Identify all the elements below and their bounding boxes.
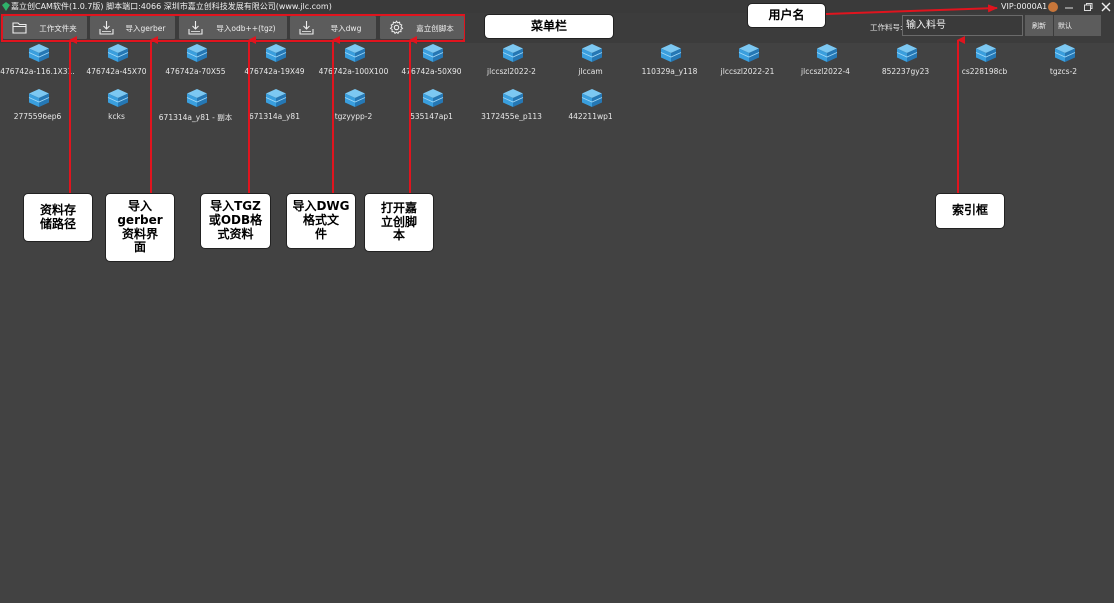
callout-search-box: 索引框: [935, 193, 1005, 229]
work-folder-label: 工作文件夹: [39, 24, 77, 33]
import-gerber-label: 导入gerber: [125, 24, 166, 33]
job-item-label: cs228198cb: [961, 67, 1008, 76]
job-item[interactable]: 476742a-116.1X31.: [0, 43, 77, 81]
callout-gerber: 导入 gerber 资料界 面: [105, 193, 175, 262]
job-cube-icon: [28, 89, 50, 107]
callout-username: 用户名: [747, 3, 826, 28]
job-item[interactable]: cs228198cb: [945, 43, 1024, 81]
job-item-label: 671314a_y81 - 副本: [158, 113, 233, 122]
job-cube-icon: [422, 44, 444, 62]
job-cube-icon: [975, 44, 997, 62]
callout-storage-path: 资料存 储路径: [23, 193, 93, 242]
job-item-label: 3172455e_p113: [481, 112, 542, 121]
job-item[interactable]: 476742a-70X55: [156, 43, 235, 81]
job-grid: 476742a-116.1X31. 476742a-45X70 476742a-70…: [0, 43, 1114, 133]
job-item[interactable]: kcks: [77, 88, 156, 126]
minimize-icon[interactable]: [1063, 1, 1075, 13]
job-item[interactable]: 476742a-19X49: [235, 43, 314, 81]
callout-tgz: 导入TGZ 或ODB格 式资料: [200, 193, 271, 249]
job-cube-icon: [1054, 44, 1076, 62]
job-cube-icon: [344, 89, 366, 107]
default-button[interactable]: 默认: [1054, 15, 1101, 36]
job-item-label: jlccam: [578, 67, 603, 76]
job-cube-icon: [344, 44, 366, 62]
close-icon[interactable]: [1100, 1, 1112, 13]
job-cube-icon: [422, 89, 444, 107]
job-item[interactable]: 476742a-100X100: [314, 43, 393, 81]
callout-script: 打开嘉 立创脚 本: [364, 193, 434, 252]
job-cube-icon: [186, 89, 208, 107]
job-item-label: 476742a-19X49: [244, 67, 305, 76]
job-item[interactable]: 476742a-50X90: [392, 43, 471, 81]
job-cube-icon: [107, 89, 129, 107]
job-number-label: 工作料号:: [870, 23, 903, 32]
job-item-label: 535147ap1: [410, 112, 453, 121]
callout-dwg: 导入DWG 格式文 件: [286, 193, 356, 249]
job-item-label: 476742a-50X90: [401, 67, 462, 76]
avatar[interactable]: [1048, 2, 1058, 12]
job-item[interactable]: 671314a_y81: [235, 88, 314, 126]
job-item[interactable]: 110329a_y118: [630, 43, 709, 81]
job-item-label: 442211wp1: [568, 112, 613, 121]
job-item-label: jlccszl2022-4: [801, 67, 850, 76]
work-folder-button[interactable]: 工作文件夹: [3, 16, 87, 39]
job-cube-icon: [28, 44, 50, 62]
job-item[interactable]: tgzcs-2: [1024, 43, 1103, 81]
job-cube-icon: [186, 44, 208, 62]
import-dwg-label: 导入dwg: [330, 24, 362, 33]
username-label: VIP:0000A1: [1001, 2, 1048, 11]
job-search-input[interactable]: [902, 15, 1023, 36]
import-odb-button[interactable]: 导入odb++(tgz): [179, 16, 287, 39]
job-cube-icon: [502, 44, 524, 62]
job-cube-icon: [581, 89, 603, 107]
jlc-script-label: 嘉立创脚本: [416, 24, 454, 33]
job-item[interactable]: jlccszl2022-2: [472, 43, 551, 81]
job-item-label: 476742a-70X55: [165, 67, 226, 76]
job-item[interactable]: jlccszl2022-4: [786, 43, 865, 81]
job-item-label: kcks: [108, 112, 125, 121]
job-cube-icon: [896, 44, 918, 62]
job-item[interactable]: tgzyypp-2: [314, 88, 393, 126]
title-bar: 嘉立创CAM软件(1.0.7版) 脚本端口:4066 深圳市嘉立创科技发展有限公…: [0, 0, 1114, 13]
jlc-script-button[interactable]: 嘉立创脚本: [380, 16, 464, 39]
job-item[interactable]: 476742a-45X70: [77, 43, 156, 81]
import-dwg-button[interactable]: 导入dwg: [290, 16, 376, 39]
job-item-label: jlccszl2022-21: [720, 67, 775, 76]
job-cube-icon: [502, 89, 524, 107]
job-item[interactable]: jlccszl2022-21: [708, 43, 787, 81]
job-item-label: jlccszl2022-2: [487, 67, 536, 76]
job-item-label: 2775596ep6: [13, 112, 62, 121]
job-item-label: tgzcs-2: [1049, 67, 1078, 76]
job-cube-icon: [265, 44, 287, 62]
job-cube-icon: [738, 44, 760, 62]
callout-menu-bar: 菜单栏: [484, 14, 614, 39]
job-cube-icon: [581, 44, 603, 62]
import-gerber-button[interactable]: 导入gerber: [90, 16, 175, 39]
job-item-label: 671314a_y81: [249, 112, 300, 121]
job-item[interactable]: 2775596ep6: [0, 88, 77, 126]
app-logo-icon: [2, 2, 10, 11]
job-item[interactable]: 3172455e_p113: [472, 88, 551, 126]
restore-icon[interactable]: [1082, 1, 1094, 13]
job-cube-icon: [265, 89, 287, 107]
job-item-label: tgzyypp-2: [334, 112, 373, 121]
job-item-label: 476742a-45X70: [86, 67, 147, 76]
job-cube-icon: [660, 44, 682, 62]
job-cube-icon: [816, 44, 838, 62]
job-cube-icon: [107, 44, 129, 62]
import-odb-label: 导入odb++(tgz): [216, 24, 276, 33]
job-item[interactable]: jlccam: [551, 43, 630, 81]
job-item-label: 110329a_y118: [641, 67, 698, 76]
job-item-label: 476742a-100X100: [318, 67, 389, 76]
job-item[interactable]: 442211wp1: [551, 88, 630, 126]
job-item[interactable]: 535147ap1: [392, 88, 471, 126]
job-item[interactable]: 671314a_y81 - 副本: [156, 88, 235, 126]
job-item[interactable]: 852237gy23: [866, 43, 945, 81]
job-item-label: 476742a-116.1X31.: [0, 67, 75, 76]
job-item-label: 852237gy23: [881, 67, 930, 76]
refresh-button[interactable]: 刷新: [1025, 15, 1053, 36]
window-title: 嘉立创CAM软件(1.0.7版) 脚本端口:4066 深圳市嘉立创科技发展有限公…: [11, 2, 332, 11]
